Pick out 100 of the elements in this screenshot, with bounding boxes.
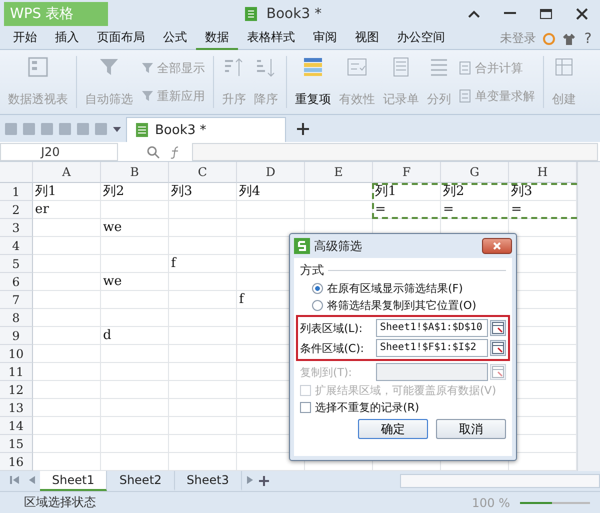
menu-tab[interactable]: 页面布局	[88, 28, 154, 50]
row-header[interactable]: 7	[0, 291, 33, 309]
menu-tab[interactable]: 开始	[4, 28, 46, 50]
ribbon-button[interactable]: 重复项	[291, 54, 335, 114]
table-cell	[101, 309, 169, 327]
checkbox[interactable]	[300, 402, 311, 413]
row-header[interactable]: 8	[0, 309, 33, 327]
dialog-button[interactable]: 取消	[436, 419, 506, 439]
filter-icon	[98, 56, 120, 78]
row-header[interactable]: 5	[0, 255, 33, 273]
checkbox-option[interactable]: 选择不重复的记录(R)	[300, 400, 506, 415]
sheet-tab[interactable]: Sheet1	[40, 471, 108, 491]
row-header[interactable]: 9	[0, 327, 33, 345]
range-input-field[interactable]: Sheet1!$A$1:$D$10	[376, 319, 488, 337]
row-header[interactable]: 14	[0, 417, 33, 435]
range-select-button[interactable]	[490, 340, 506, 356]
table-cell: f	[169, 255, 237, 273]
menu-tab[interactable]: 办公空间	[388, 28, 454, 50]
table-cell	[101, 291, 169, 309]
table-cell	[33, 363, 101, 381]
row-header[interactable]: 10	[0, 345, 33, 363]
refresh-icon[interactable]	[542, 32, 556, 46]
app-logo-icon	[294, 238, 310, 254]
left-triangle-icon	[28, 474, 36, 484]
menu-tab[interactable]: 审阅	[304, 28, 346, 50]
table-icon	[459, 89, 473, 103]
table-cell: we	[101, 219, 169, 237]
column-header[interactable]: E	[305, 162, 373, 183]
table-icon	[302, 56, 324, 78]
table-cell	[101, 435, 169, 453]
close-button[interactable]	[482, 238, 512, 254]
row-header[interactable]: 1	[0, 183, 33, 201]
table-cell: =	[373, 201, 441, 219]
section-label: 方式	[300, 262, 324, 279]
close-icon	[576, 8, 588, 20]
column-header[interactable]: B	[101, 162, 169, 183]
menu-tab[interactable]: 视图	[346, 28, 388, 50]
document-tab[interactable]: Book3 *	[126, 117, 286, 142]
menu-tab[interactable]: 表格样式	[238, 28, 304, 50]
menu-tab[interactable]: 插入	[46, 28, 88, 50]
table-cell: =	[441, 201, 509, 219]
plus-icon[interactable]	[296, 122, 310, 136]
horizontal-scrollbar[interactable]	[400, 474, 600, 488]
sort-ascending-icon	[223, 56, 245, 78]
range-select-icon	[492, 366, 504, 378]
column-header[interactable]: F	[373, 162, 441, 183]
field-label: 条件区域(C):	[300, 340, 365, 356]
table-cell	[33, 255, 101, 273]
help-button[interactable]: ?	[576, 26, 600, 50]
caret-icon	[468, 10, 480, 18]
range-input-field[interactable]: Sheet1!$F$1:$I$2	[376, 339, 488, 357]
table-cell	[33, 291, 101, 309]
range-select-icon	[492, 322, 504, 334]
search-icon[interactable]	[146, 144, 160, 158]
table-cell	[101, 237, 169, 255]
row-header[interactable]: 13	[0, 399, 33, 417]
vertical-scrollbar[interactable]	[577, 162, 600, 471]
formula-input-field[interactable]	[192, 142, 598, 160]
row-header[interactable]: 2	[0, 201, 33, 219]
row-header[interactable]: 3	[0, 219, 33, 237]
column-header[interactable]: G	[441, 162, 509, 183]
table-cell: 列1	[33, 183, 101, 201]
menu-tab[interactable]: 公式	[154, 28, 196, 50]
table-cell: 列3	[169, 183, 237, 201]
radio-button[interactable]	[312, 300, 323, 311]
table-icon	[459, 61, 473, 75]
row-header[interactable]: 11	[0, 363, 33, 381]
window-title: Book3 *	[266, 6, 322, 22]
table-cell: 列2	[101, 183, 169, 201]
table-cell	[101, 255, 169, 273]
table-cell	[101, 201, 169, 219]
table-cell	[33, 327, 101, 345]
plus-icon[interactable]	[258, 475, 270, 487]
row-header[interactable]: 16	[0, 453, 33, 471]
range-select-icon	[492, 342, 504, 354]
select-all-corner[interactable]	[0, 162, 33, 183]
column-header[interactable]: C	[169, 162, 237, 183]
row-header[interactable]: 6	[0, 273, 33, 291]
shirt-icon[interactable]	[562, 32, 576, 46]
row-header[interactable]: 4	[0, 237, 33, 255]
range-select-button[interactable]	[490, 364, 506, 380]
column-header[interactable]: D	[237, 162, 305, 183]
checklist-icon	[346, 56, 368, 78]
row-header[interactable]: 15	[0, 435, 33, 453]
table-icon	[553, 56, 575, 78]
name-box[interactable]: J20	[0, 142, 118, 160]
filter-icon	[141, 61, 155, 75]
dropdown-icon[interactable]	[112, 124, 122, 134]
table-cell	[101, 417, 169, 435]
column-header[interactable]: A	[33, 162, 101, 183]
table-cell	[33, 435, 101, 453]
table-cell: 列2	[441, 183, 509, 201]
dialog-title: 高级筛选	[314, 238, 363, 254]
table-cell	[101, 399, 169, 417]
row-header[interactable]: 12	[0, 381, 33, 399]
radio-button[interactable]	[312, 283, 323, 294]
dialog-button[interactable]: 确定	[358, 419, 428, 439]
minimize-icon	[504, 12, 516, 16]
range-select-button[interactable]	[490, 320, 506, 336]
column-header[interactable]: H	[509, 162, 577, 183]
